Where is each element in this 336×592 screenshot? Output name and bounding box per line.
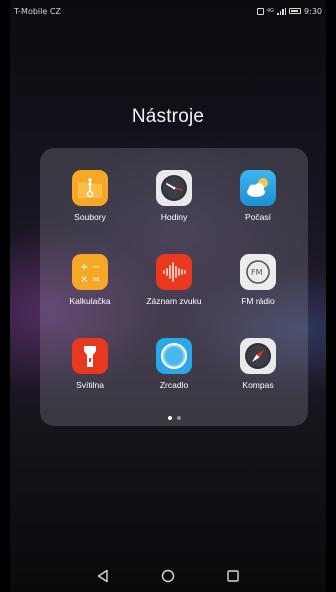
app-hodiny[interactable]: Hodiny — [134, 170, 214, 222]
svg-text:+: + — [80, 262, 88, 273]
app-label: Hodiny — [160, 212, 188, 222]
svg-text:×: × — [80, 274, 88, 285]
app-fm-radio[interactable]: FM FM rádio — [218, 254, 298, 306]
flashlight-icon — [72, 338, 108, 374]
svg-text:=: = — [92, 274, 100, 285]
folder-icon — [72, 170, 108, 206]
app-kalkulacka[interactable]: + − × = Kalkulačka — [50, 254, 130, 306]
svg-text:−: − — [92, 262, 100, 273]
navigation-bar — [10, 560, 326, 592]
app-pocasi[interactable]: Počasí — [218, 170, 298, 222]
sound-recorder-icon — [156, 254, 192, 290]
page-indicator — [40, 416, 308, 420]
app-soubory[interactable]: Soubory — [50, 170, 130, 222]
back-icon[interactable] — [93, 566, 113, 586]
clock-time: 9:30 — [304, 6, 322, 16]
mirror-icon — [156, 338, 192, 374]
signal-icon — [277, 7, 287, 15]
network-type-label: 4G — [266, 8, 275, 14]
status-icons: 4G 9:30 — [256, 6, 322, 16]
calculator-icon: + − × = — [72, 254, 108, 290]
svg-text:FM: FM — [251, 268, 263, 277]
fm-radio-icon: FM — [240, 254, 276, 290]
app-label: Kompas — [242, 380, 274, 390]
folder-panel: Soubory Hodiny Počasí + − × = Kalkulačka… — [40, 148, 308, 426]
app-label: Počasí — [245, 212, 271, 222]
app-label: FM rádio — [241, 296, 275, 306]
app-label: Kalkulačka — [69, 296, 111, 306]
carrier-name: T-Mobile CZ — [14, 6, 61, 16]
app-svitilna[interactable]: Svítilna — [50, 338, 130, 390]
app-zrcadlo[interactable]: Zrcadlo — [134, 338, 214, 390]
home-icon[interactable] — [158, 566, 178, 586]
app-label: Soubory — [74, 212, 106, 222]
app-zaznam-zvuku[interactable]: Záznam zvuku — [134, 254, 214, 306]
app-label: Zrcadlo — [159, 380, 189, 390]
weather-icon — [240, 170, 276, 206]
compass-icon — [240, 338, 276, 374]
app-label: Svítilna — [76, 380, 104, 390]
clock-icon — [156, 170, 192, 206]
recents-icon[interactable] — [223, 566, 243, 586]
app-kompas[interactable]: Kompas — [218, 338, 298, 390]
battery-icon — [289, 8, 302, 14]
folder-title[interactable]: Nástroje — [10, 106, 326, 128]
status-bar: T-Mobile CZ 4G 9:30 — [10, 0, 326, 22]
nfc-icon — [256, 7, 264, 15]
home-screen: T-Mobile CZ 4G 9:30 Nástroje Soubory Hod… — [10, 0, 326, 592]
page-dot — [176, 416, 181, 420]
page-dot-active — [167, 416, 172, 420]
app-label: Záznam zvuku — [146, 296, 202, 306]
